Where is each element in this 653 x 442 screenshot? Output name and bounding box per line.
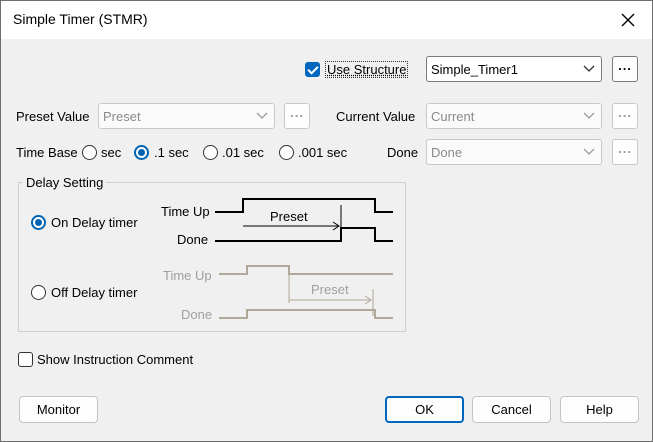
- show-comment-label: Show Instruction Comment: [37, 352, 194, 367]
- preset-value-select[interactable]: Preset: [98, 103, 275, 129]
- done-label: Done: [387, 145, 419, 160]
- show-comment-checkbox[interactable]: [18, 352, 33, 367]
- structure-select[interactable]: Simple_Timer1: [426, 56, 602, 82]
- off-delay-preset-label: Preset: [311, 282, 349, 297]
- time-base-01sec-label: .1 sec: [154, 145, 189, 160]
- done-browse-button[interactable]: ...: [612, 139, 638, 165]
- time-base-label: Time Base: [16, 145, 78, 160]
- ok-button[interactable]: OK: [385, 396, 464, 423]
- time-base-001sec-label: .01 sec: [222, 145, 264, 160]
- time-base-001sec-radio[interactable]: [203, 145, 218, 160]
- off-delay-radio[interactable]: [31, 285, 46, 300]
- time-base-0001sec-radio[interactable]: [279, 145, 294, 160]
- on-delay-timeup-label: Time Up: [161, 204, 210, 219]
- use-structure-checkbox[interactable]: [305, 62, 320, 77]
- on-delay-done-label: Done: [177, 232, 209, 247]
- delay-setting-title: Delay Setting: [23, 175, 107, 190]
- dialog-window: Simple Timer (STMR) Use Structure Simple…: [0, 0, 653, 442]
- off-delay-timing-diagram: [219, 265, 393, 319]
- use-structure-label: Use Structure: [325, 61, 409, 78]
- current-value-select[interactable]: Current: [426, 103, 602, 129]
- current-value-label: Current Value: [336, 109, 416, 124]
- close-icon[interactable]: [618, 10, 638, 30]
- done-value: Done: [431, 145, 463, 160]
- preset-value-label: Preset Value: [16, 109, 90, 124]
- monitor-button[interactable]: Monitor: [19, 396, 98, 423]
- chevron-down-icon: [256, 112, 268, 119]
- on-delay-preset-label: Preset: [270, 209, 308, 224]
- on-delay-label: On Delay timer: [51, 215, 138, 230]
- preset-value: Preset: [103, 109, 141, 124]
- chevron-down-icon: [583, 112, 595, 119]
- title-bar: Simple Timer (STMR): [1, 1, 652, 39]
- off-delay-done-label: Done: [181, 307, 213, 322]
- preset-browse-button[interactable]: ...: [284, 103, 310, 129]
- cancel-button[interactable]: Cancel: [472, 396, 551, 423]
- off-delay-timeup-label: Time Up: [163, 268, 212, 283]
- chevron-down-icon: [583, 65, 595, 72]
- dialog-title: Simple Timer (STMR): [13, 11, 148, 27]
- current-value: Current: [431, 109, 475, 124]
- time-base-sec-radio[interactable]: [82, 145, 97, 160]
- time-base-0001sec-label: .001 sec: [298, 145, 348, 160]
- done-select[interactable]: Done: [426, 139, 602, 165]
- time-base-01sec-radio[interactable]: [134, 145, 149, 160]
- time-base-sec-label: sec: [101, 145, 122, 160]
- current-browse-button[interactable]: ...: [612, 103, 638, 129]
- help-button[interactable]: Help: [560, 396, 639, 423]
- structure-browse-button[interactable]: ...: [612, 56, 638, 82]
- off-delay-label: Off Delay timer: [51, 285, 138, 300]
- structure-value: Simple_Timer1: [431, 62, 518, 77]
- on-delay-radio[interactable]: [31, 215, 46, 230]
- chevron-down-icon: [583, 148, 595, 155]
